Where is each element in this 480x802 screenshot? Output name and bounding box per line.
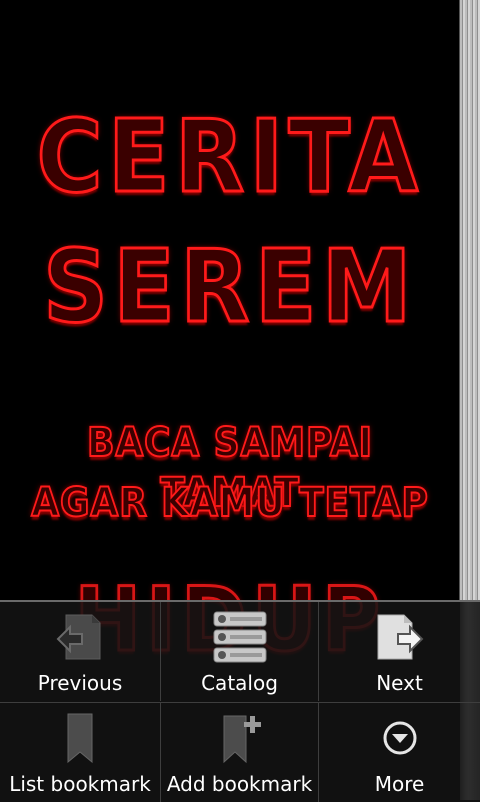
list-bookmark-button[interactable]: List bookmark <box>0 703 160 802</box>
book-page-stack <box>459 0 480 600</box>
next-button[interactable]: Next <box>318 602 480 701</box>
add-bookmark-icon <box>223 715 261 764</box>
catalog-label: Catalog <box>201 671 278 695</box>
previous-page-icon <box>56 614 101 660</box>
more-button[interactable]: More <box>318 703 480 802</box>
previous-button[interactable]: Previous <box>0 602 160 701</box>
add-bookmark-button[interactable]: Add bookmark <box>160 703 318 802</box>
chevron-down-circle-icon <box>383 721 416 755</box>
more-label: More <box>374 772 425 796</box>
catalog-list-icon <box>213 611 266 663</box>
next-page-icon <box>377 614 423 660</box>
options-menu: Previous Catalog Next List bookmark Add … <box>0 600 480 802</box>
book-subtitle-line-2: AGAR KAMU TETAP <box>30 479 429 527</box>
menu-row-top: Previous Catalog Next <box>0 602 480 701</box>
book-title-line-1: CERITA <box>35 98 424 215</box>
catalog-button[interactable]: Catalog <box>160 602 318 701</box>
list-bookmark-label: List bookmark <box>9 772 151 796</box>
next-label: Next <box>376 671 423 695</box>
menu-row-bottom: List bookmark Add bookmark More <box>0 702 480 802</box>
book-title-line-2: SEREM <box>42 228 417 345</box>
previous-label: Previous <box>37 671 123 695</box>
bookmark-icon <box>67 713 93 764</box>
add-bookmark-label: Add bookmark <box>166 772 313 796</box>
